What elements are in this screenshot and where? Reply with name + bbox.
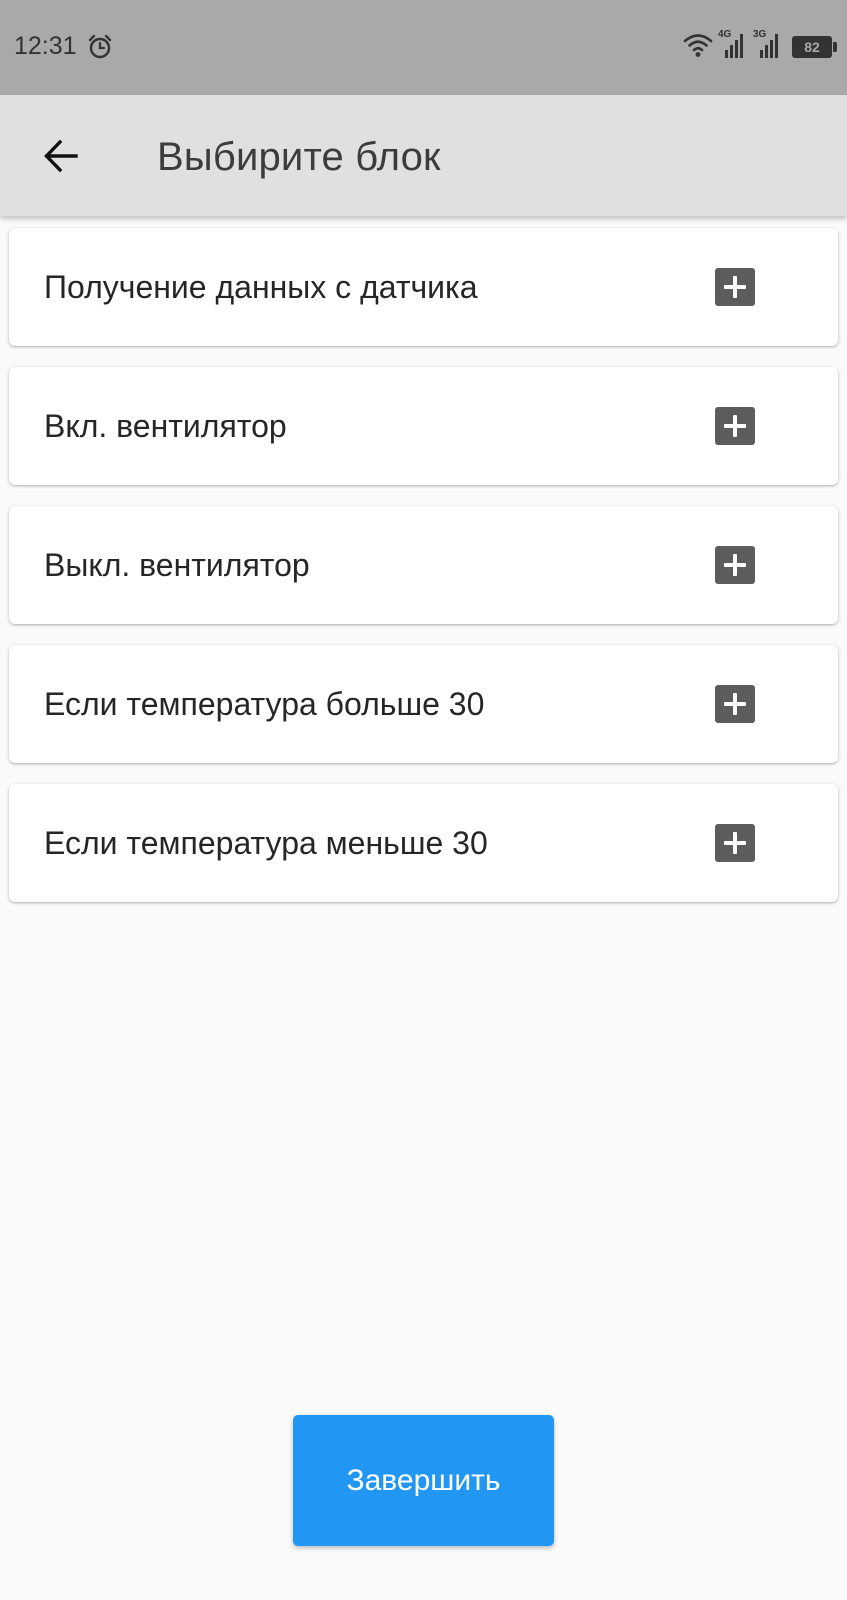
block-card[interactable]: Вкл. вентилятор xyxy=(9,367,838,485)
block-label: Если температура больше 30 xyxy=(44,686,485,722)
page-title: Выбирите блок xyxy=(157,135,441,179)
app-bar: Выбирите блок xyxy=(0,95,847,216)
status-bar: 12:31 4G 3G 82 xyxy=(0,0,847,95)
plus-square-icon[interactable] xyxy=(715,546,755,584)
arrow-left-icon xyxy=(44,139,78,173)
plus-square-icon[interactable] xyxy=(715,268,755,306)
alarm-clock-icon xyxy=(86,33,114,61)
back-button[interactable] xyxy=(30,125,92,187)
block-label: Выкл. вентилятор xyxy=(44,547,310,583)
network-type-label: 4G xyxy=(718,29,732,40)
block-card[interactable]: Выкл. вентилятор xyxy=(9,506,838,624)
wifi-icon xyxy=(683,32,713,58)
status-time: 12:31 xyxy=(14,32,77,60)
cellular-signal-icon: 3G xyxy=(753,30,783,60)
network-type-label: 3G xyxy=(753,29,767,40)
block-card[interactable]: Если температура больше 30 xyxy=(9,645,838,763)
cellular-signal-icon: 4G xyxy=(718,30,748,60)
block-card[interactable]: Получение данных с датчика xyxy=(9,228,838,346)
block-label: Получение данных с датчика xyxy=(44,269,478,305)
block-label: Если температура меньше 30 xyxy=(44,825,488,861)
plus-square-icon[interactable] xyxy=(715,685,755,723)
finish-button[interactable]: Завершить xyxy=(293,1415,554,1546)
plus-square-icon[interactable] xyxy=(715,824,755,862)
battery-icon: 82 xyxy=(792,36,832,58)
battery-tip xyxy=(833,42,837,52)
plus-square-icon[interactable] xyxy=(715,407,755,445)
block-card[interactable]: Если температура меньше 30 xyxy=(9,784,838,902)
block-label: Вкл. вентилятор xyxy=(44,408,287,444)
